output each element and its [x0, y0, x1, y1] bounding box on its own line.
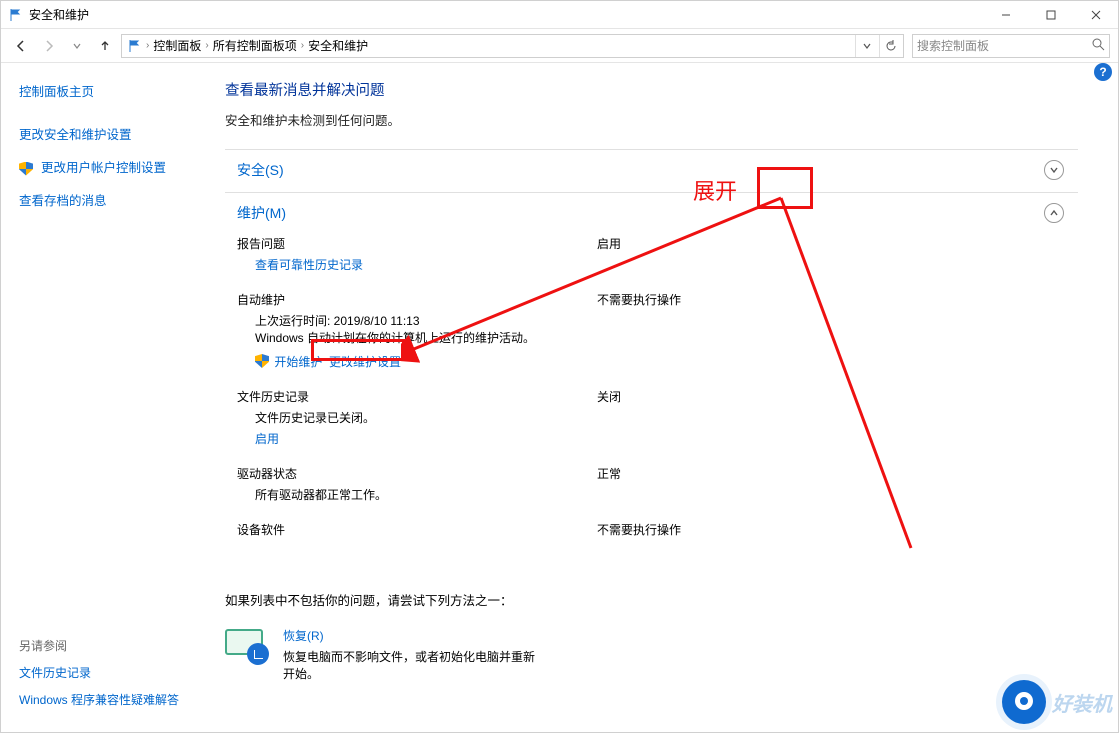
enable-file-history-link[interactable]: 启用 [255, 432, 279, 446]
view-reliability-history-link[interactable]: 查看可靠性历史记录 [255, 258, 363, 272]
breadcrumb-leaf[interactable]: 安全和维护 [308, 37, 368, 54]
page-subtext: 安全和维护未检测到任何问题。 [225, 110, 1078, 129]
shield-icon [19, 162, 33, 176]
security-section: 安全(S) [225, 149, 1078, 192]
auto-maintenance-status: 不需要执行操作 [597, 291, 681, 308]
shield-icon [255, 354, 269, 368]
chevron-right-icon[interactable]: › [205, 40, 208, 51]
sidebar: 控制面板主页 更改安全和维护设置 更改用户帐户控制设置 查看存档的消息 另请参阅… [1, 63, 201, 732]
watermark-logo-icon [1002, 680, 1046, 724]
compat-troubleshoot-link[interactable]: Windows 程序兼容性疑难解答 [19, 693, 179, 707]
search-placeholder: 搜索控制面板 [917, 37, 989, 54]
window-title: 安全和维护 [29, 6, 89, 23]
see-also-panel: 另请参阅 文件历史记录 Windows 程序兼容性疑难解答 [19, 637, 179, 718]
page-title: 查看最新消息并解决问题 [225, 79, 1078, 100]
help-icon[interactable]: ? [1094, 63, 1112, 81]
report-problems-label: 报告问题 [237, 235, 597, 252]
device-software-label: 设备软件 [237, 521, 597, 538]
file-history-label: 文件历史记录 [237, 388, 597, 405]
auto-maintenance-label: 自动维护 [237, 291, 597, 308]
expand-security-button[interactable] [1044, 160, 1064, 180]
file-history-link[interactable]: 文件历史记录 [19, 666, 91, 680]
start-maintenance-link[interactable]: 开始维护 [274, 355, 322, 369]
see-also-heading: 另请参阅 [19, 637, 179, 654]
device-software-status: 不需要执行操作 [597, 521, 681, 538]
up-button[interactable] [93, 34, 117, 58]
watermark-text: 好装机 [1052, 688, 1112, 717]
recovery-icon [225, 627, 267, 663]
maintenance-section-title[interactable]: 维护(M) [237, 203, 286, 223]
content-area: ? 查看最新消息并解决问题 安全和维护未检测到任何问题。 安全(S) 维护(M)… [201, 63, 1118, 732]
control-panel-home-link[interactable]: 控制面板主页 [19, 81, 94, 100]
recovery-link[interactable]: 恢复(R) [283, 627, 543, 644]
search-input[interactable]: 搜索控制面板 [912, 34, 1110, 58]
watermark: 好装机 [1002, 680, 1112, 724]
change-security-settings-link[interactable]: 更改安全和维护设置 [19, 124, 132, 143]
drive-status-desc: 所有驱动器都正常工作。 [255, 486, 1072, 503]
maintenance-section: 维护(M) 报告问题 启用 查看可靠性历史记录 自动维护 不需要执行操作 上次运… [225, 192, 1078, 554]
auto-maintenance-lastrun: 上次运行时间: 2019/8/10 11:13 [255, 312, 1072, 329]
drive-status-label: 驱动器状态 [237, 465, 597, 482]
file-history-desc: 文件历史记录已关闭。 [255, 409, 1072, 426]
security-section-title[interactable]: 安全(S) [237, 160, 284, 180]
navigation-bar: › 控制面板 › 所有控制面板项 › 安全和维护 搜索控制面板 [1, 29, 1118, 63]
breadcrumb-mid[interactable]: 所有控制面板项 [213, 37, 297, 54]
title-bar: 安全和维护 [1, 1, 1118, 29]
minimize-button[interactable] [983, 1, 1028, 29]
chevron-right-icon[interactable]: › [301, 40, 304, 51]
flag-icon [128, 39, 142, 53]
back-button[interactable] [9, 34, 33, 58]
change-uac-settings-link[interactable]: 更改用户帐户控制设置 [41, 157, 166, 176]
flag-icon [9, 8, 23, 22]
refresh-button[interactable] [879, 35, 901, 57]
auto-maintenance-desc: Windows 自动计划在你的计算机上运行的维护活动。 [255, 329, 1072, 346]
recent-dropdown[interactable] [65, 34, 89, 58]
close-button[interactable] [1073, 1, 1118, 29]
footer-note: 如果列表中不包括你的问题，请尝试下列方法之一： [225, 590, 1078, 609]
recovery-desc: 恢复电脑而不影响文件，或者初始化电脑并重新开始。 [283, 648, 543, 682]
drive-status-value: 正常 [597, 465, 621, 482]
change-maintenance-settings-link[interactable]: 更改维护设置 [329, 355, 401, 369]
recovery-block: 恢复(R) 恢复电脑而不影响文件，或者初始化电脑并重新开始。 [225, 627, 1078, 682]
maximize-button[interactable] [1028, 1, 1073, 29]
window-controls [983, 1, 1118, 29]
address-dropdown-button[interactable] [855, 35, 877, 57]
view-archived-messages-link[interactable]: 查看存档的消息 [19, 190, 107, 209]
address-bar[interactable]: › 控制面板 › 所有控制面板项 › 安全和维护 [121, 34, 904, 58]
forward-button[interactable] [37, 34, 61, 58]
chevron-right-icon[interactable]: › [146, 40, 149, 51]
file-history-status: 关闭 [597, 388, 621, 405]
search-icon[interactable] [1092, 38, 1105, 54]
report-problems-status: 启用 [597, 235, 621, 252]
collapse-maintenance-button[interactable] [1044, 203, 1064, 223]
breadcrumb-root[interactable]: 控制面板 [153, 37, 201, 54]
